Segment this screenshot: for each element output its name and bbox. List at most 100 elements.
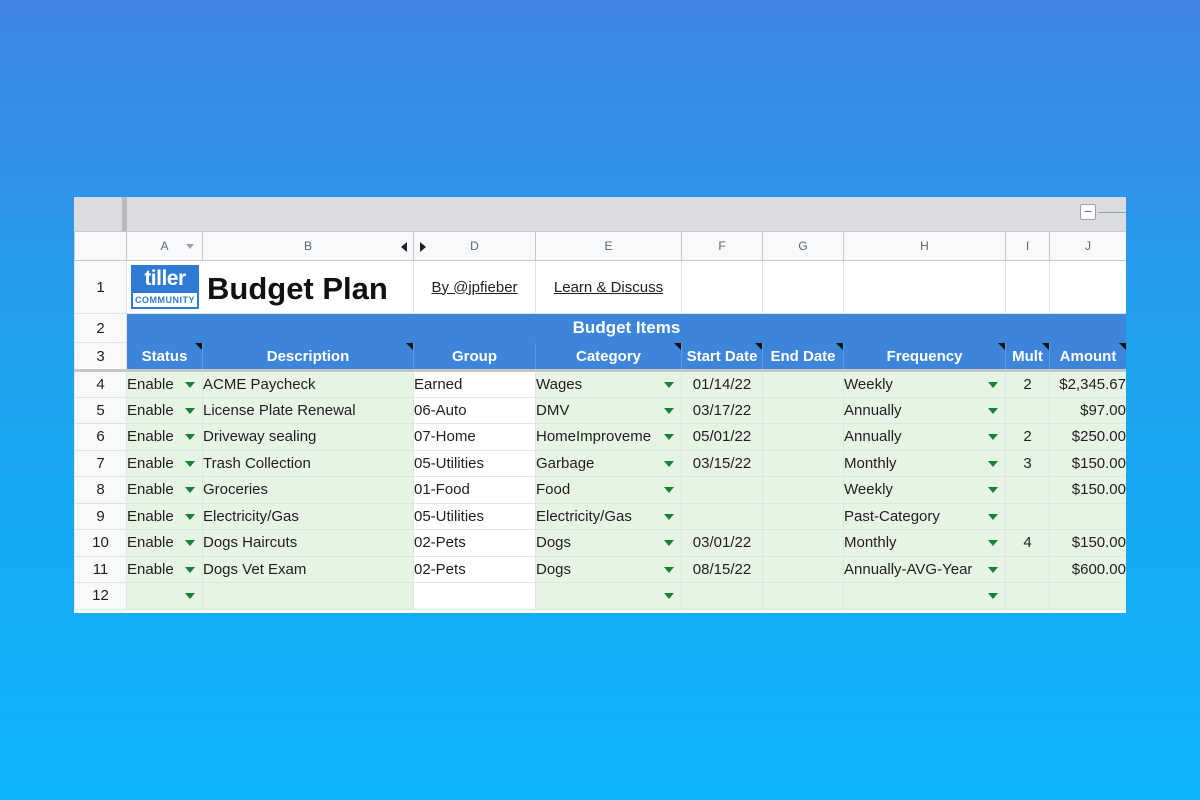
column-header-i[interactable]: I bbox=[1005, 231, 1050, 261]
dropdown-arrow-icon[interactable] bbox=[185, 460, 195, 467]
status-cell[interactable]: Enable bbox=[126, 555, 203, 583]
mult-cell[interactable] bbox=[1005, 582, 1050, 610]
group-cell[interactable]: 06-Auto bbox=[413, 396, 536, 424]
group-cell[interactable] bbox=[413, 582, 536, 610]
end-date-cell[interactable] bbox=[762, 449, 844, 477]
group-cell[interactable]: 05-Utilities bbox=[413, 502, 536, 530]
column-header-f[interactable]: F bbox=[681, 231, 763, 261]
frequency-cell[interactable]: Past-Category bbox=[843, 502, 1006, 530]
category-cell[interactable]: Wages bbox=[535, 369, 682, 398]
mult-cell[interactable] bbox=[1005, 476, 1050, 504]
dropdown-arrow-icon[interactable] bbox=[988, 540, 998, 546]
row-number[interactable]: 3 bbox=[74, 342, 127, 371]
description-cell[interactable]: ACME Paycheck bbox=[202, 369, 414, 398]
category-cell[interactable]: Dogs bbox=[535, 555, 682, 583]
freeze-handle[interactable] bbox=[122, 197, 127, 231]
arrow-left-icon[interactable] bbox=[401, 242, 407, 252]
row-number[interactable]: 4 bbox=[74, 369, 127, 398]
select-all-corner[interactable] bbox=[74, 231, 127, 261]
cell[interactable] bbox=[843, 260, 1006, 314]
start-date-cell[interactable]: 01/14/22 bbox=[681, 369, 763, 398]
status-cell[interactable]: Enable bbox=[126, 369, 203, 398]
start-date-cell[interactable]: 03/15/22 bbox=[681, 449, 763, 477]
frequency-cell[interactable]: Annually-AVG-Year bbox=[843, 555, 1006, 583]
start-date-cell[interactable]: 05/01/22 bbox=[681, 423, 763, 451]
dropdown-arrow-icon[interactable] bbox=[664, 513, 674, 520]
mult-cell[interactable] bbox=[1005, 555, 1050, 583]
dropdown-arrow-icon[interactable] bbox=[988, 407, 998, 414]
description-cell[interactable]: Dogs Haircuts bbox=[202, 529, 414, 557]
filter-arrow-icon[interactable] bbox=[186, 244, 194, 249]
frequency-cell[interactable]: Weekly bbox=[843, 369, 1006, 398]
row-number[interactable]: 7 bbox=[74, 449, 127, 477]
dropdown-arrow-icon[interactable] bbox=[185, 593, 195, 599]
learn-discuss-link[interactable]: Learn & Discuss bbox=[535, 260, 682, 314]
start-date-cell[interactable] bbox=[681, 476, 763, 504]
column-header-e[interactable]: E bbox=[535, 231, 682, 261]
row-number[interactable]: 12 bbox=[74, 582, 127, 610]
amount-cell[interactable] bbox=[1049, 582, 1126, 610]
header-status[interactable]: Status bbox=[126, 342, 203, 371]
row-number[interactable]: 1 bbox=[74, 260, 127, 314]
start-date-cell[interactable] bbox=[681, 502, 763, 530]
mult-cell[interactable] bbox=[1005, 396, 1050, 424]
cell[interactable] bbox=[681, 260, 763, 314]
start-date-cell[interactable] bbox=[681, 582, 763, 610]
amount-cell[interactable] bbox=[1049, 502, 1126, 530]
mult-cell[interactable]: 4 bbox=[1005, 529, 1050, 557]
column-header-j[interactable]: J bbox=[1049, 231, 1126, 261]
dropdown-arrow-icon[interactable] bbox=[185, 540, 195, 546]
dropdown-arrow-icon[interactable] bbox=[664, 593, 674, 599]
column-header-h[interactable]: H bbox=[843, 231, 1006, 261]
end-date-cell[interactable] bbox=[762, 423, 844, 451]
column-header-a[interactable]: A bbox=[126, 231, 203, 261]
dropdown-arrow-icon[interactable] bbox=[988, 434, 998, 440]
amount-cell[interactable]: $250.00 bbox=[1049, 423, 1126, 451]
end-date-cell[interactable] bbox=[762, 555, 844, 583]
title-cell[interactable]: tiller COMMUNITY Budget Plan bbox=[126, 260, 414, 314]
collapse-group-button[interactable]: − bbox=[1080, 204, 1096, 220]
header-description[interactable]: Description bbox=[202, 342, 414, 371]
column-header-d[interactable]: D bbox=[413, 231, 536, 261]
dropdown-arrow-icon[interactable] bbox=[664, 382, 674, 388]
category-cell[interactable] bbox=[535, 582, 682, 610]
dropdown-arrow-icon[interactable] bbox=[988, 487, 998, 493]
frequency-cell[interactable]: Monthly bbox=[843, 529, 1006, 557]
row-number[interactable]: 11 bbox=[74, 555, 127, 583]
start-date-cell[interactable]: 08/15/22 bbox=[681, 555, 763, 583]
header-category[interactable]: Category bbox=[535, 342, 682, 371]
column-header-b[interactable]: B bbox=[202, 231, 414, 261]
description-cell[interactable]: Dogs Vet Exam bbox=[202, 555, 414, 583]
header-mult[interactable]: Mult bbox=[1005, 342, 1050, 371]
row-number[interactable]: 5 bbox=[74, 396, 127, 424]
group-cell[interactable]: 02-Pets bbox=[413, 555, 536, 583]
cell[interactable] bbox=[1049, 260, 1126, 314]
description-cell[interactable]: Driveway sealing bbox=[202, 423, 414, 451]
row-number[interactable]: 6 bbox=[74, 423, 127, 451]
dropdown-arrow-icon[interactable] bbox=[185, 566, 195, 573]
description-cell[interactable]: License Plate Renewal bbox=[202, 396, 414, 424]
dropdown-arrow-icon[interactable] bbox=[185, 382, 195, 388]
cell[interactable] bbox=[762, 260, 844, 314]
description-cell[interactable]: Electricity/Gas bbox=[202, 502, 414, 530]
category-cell[interactable]: HomeImproveme bbox=[535, 423, 682, 451]
amount-cell[interactable]: $600.00 bbox=[1049, 555, 1126, 583]
start-date-cell[interactable]: 03/17/22 bbox=[681, 396, 763, 424]
dropdown-arrow-icon[interactable] bbox=[185, 407, 195, 414]
mult-cell[interactable] bbox=[1005, 502, 1050, 530]
row-number[interactable]: 9 bbox=[74, 502, 127, 530]
status-cell[interactable]: Enable bbox=[126, 502, 203, 530]
start-date-cell[interactable]: 03/01/22 bbox=[681, 529, 763, 557]
group-cell[interactable]: 02-Pets bbox=[413, 529, 536, 557]
dropdown-arrow-icon[interactable] bbox=[988, 593, 998, 599]
group-cell[interactable]: Earned bbox=[413, 369, 536, 398]
amount-cell[interactable]: $150.00 bbox=[1049, 529, 1126, 557]
dropdown-arrow-icon[interactable] bbox=[664, 487, 674, 493]
status-cell[interactable] bbox=[126, 582, 203, 610]
category-cell[interactable]: DMV bbox=[535, 396, 682, 424]
dropdown-arrow-icon[interactable] bbox=[185, 434, 195, 440]
mult-cell[interactable]: 2 bbox=[1005, 369, 1050, 398]
end-date-cell[interactable] bbox=[762, 369, 844, 398]
end-date-cell[interactable] bbox=[762, 502, 844, 530]
frequency-cell[interactable]: Weekly bbox=[843, 476, 1006, 504]
